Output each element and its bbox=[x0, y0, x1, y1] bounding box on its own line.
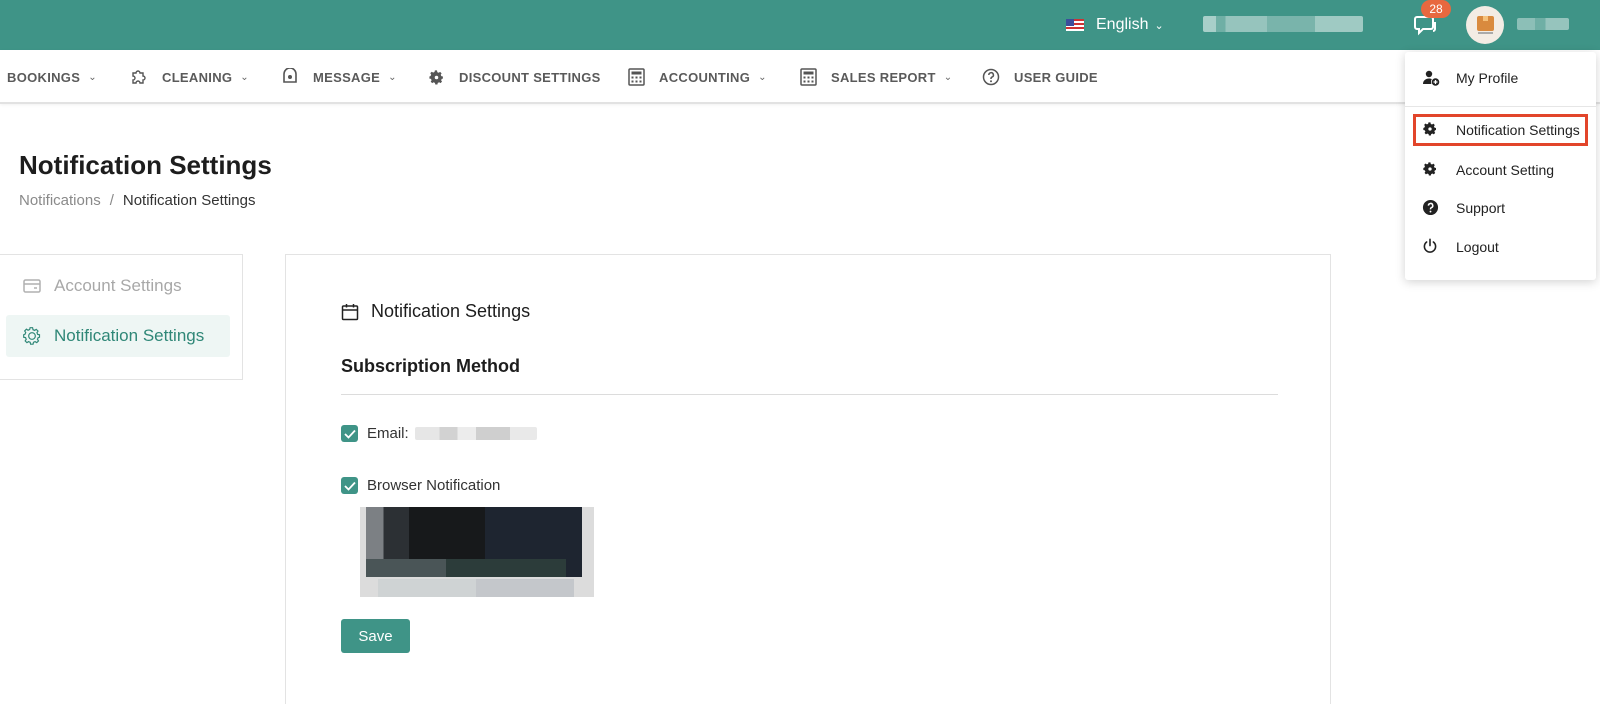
language-selector[interactable]: English ⌄ bbox=[1066, 14, 1164, 36]
browser-notification-checkbox[interactable] bbox=[341, 477, 358, 494]
nav-accounting[interactable]: ACCOUNTING ⌄ bbox=[628, 67, 767, 87]
sidebar-item-label: Notification Settings bbox=[54, 326, 205, 345]
menu-item-support[interactable]: Support bbox=[1405, 192, 1596, 224]
divider bbox=[1405, 106, 1596, 107]
sidebar-item-label: Account Settings bbox=[54, 276, 182, 295]
divider bbox=[341, 394, 1278, 395]
menu-item-label: Account Setting bbox=[1456, 162, 1555, 178]
chevron-down-icon: ⌄ bbox=[388, 71, 397, 83]
breadcrumb-separator: / bbox=[109, 192, 114, 209]
nav-label: CLEANING bbox=[162, 69, 233, 85]
gear-icon bbox=[1422, 161, 1440, 179]
save-button[interactable]: Save bbox=[341, 619, 410, 653]
nav-label: MESSAGE bbox=[313, 69, 381, 85]
chevron-down-icon: ⌄ bbox=[88, 71, 97, 83]
gear-icon bbox=[428, 69, 445, 86]
nav-discount-settings[interactable]: DISCOUNT SETTINGS bbox=[428, 67, 601, 87]
puzzle-icon bbox=[130, 68, 148, 86]
browser-notification-option: Browser Notification bbox=[341, 477, 500, 494]
nav-label: SALES REPORT bbox=[831, 69, 936, 85]
redacted-account-info bbox=[1203, 16, 1363, 32]
box-character-icon bbox=[1477, 16, 1494, 31]
chevron-down-icon: ⌄ bbox=[758, 71, 767, 83]
page-title: Notification Settings bbox=[19, 150, 272, 180]
us-flag-icon bbox=[1066, 19, 1084, 31]
power-icon bbox=[1422, 238, 1440, 256]
browser-notification-label: Browser Notification bbox=[367, 477, 501, 494]
menu-item-label: Logout bbox=[1456, 239, 1499, 255]
nav-user-guide[interactable]: USER GUIDE bbox=[982, 67, 1098, 87]
chevron-down-icon: ⌄ bbox=[1154, 19, 1164, 32]
gear-icon bbox=[22, 326, 42, 346]
card-heading: Notification Settings bbox=[341, 301, 530, 322]
settings-card: Notification Settings Subscription Metho… bbox=[285, 254, 1331, 704]
card-heading-label: Notification Settings bbox=[371, 301, 531, 321]
settings-sidebar: Account Settings Notification Settings bbox=[0, 254, 243, 380]
nav-label: DISCOUNT SETTINGS bbox=[459, 69, 601, 85]
nav-cleaning[interactable]: CLEANING ⌄ bbox=[130, 67, 249, 87]
message-icon bbox=[281, 68, 299, 86]
nav-message[interactable]: MESSAGE ⌄ bbox=[281, 67, 397, 87]
menu-item-logout[interactable]: Logout bbox=[1405, 231, 1596, 263]
avatar[interactable] bbox=[1466, 6, 1504, 44]
redacted-username[interactable] bbox=[1517, 18, 1569, 30]
email-option: Email: bbox=[341, 425, 537, 442]
help-icon bbox=[982, 68, 1000, 86]
sidebar-item-account-settings[interactable]: Account Settings bbox=[6, 265, 230, 307]
breadcrumb-current: Notification Settings bbox=[122, 192, 256, 209]
nav-label: USER GUIDE bbox=[1014, 69, 1098, 85]
email-label: Email: bbox=[367, 425, 409, 442]
calendar-icon bbox=[341, 303, 359, 321]
notification-count-badge: 28 bbox=[1421, 0, 1451, 18]
nav-label: ACCOUNTING bbox=[659, 69, 751, 85]
nav-label: BOOKINGS bbox=[7, 69, 81, 85]
wallet-icon bbox=[22, 276, 42, 296]
question-circle-icon bbox=[1422, 199, 1440, 217]
menu-item-label: My Profile bbox=[1456, 70, 1519, 86]
add-user-icon bbox=[1422, 69, 1440, 87]
chevron-down-icon: ⌄ bbox=[240, 71, 249, 83]
menu-item-label: Support bbox=[1456, 200, 1506, 216]
subscription-method-title: Subscription Method bbox=[341, 356, 520, 376]
calculator-icon bbox=[628, 68, 645, 86]
menu-item-account-setting[interactable]: Account Setting bbox=[1405, 154, 1596, 186]
nav-bookings[interactable]: BOOKINGS ⌄ bbox=[7, 67, 97, 87]
breadcrumb: Notifications / Notification Settings bbox=[19, 192, 255, 209]
redacted-email-address bbox=[414, 427, 537, 440]
email-checkbox[interactable] bbox=[341, 425, 358, 442]
user-dropdown-menu: My Profile Notification Settings Account… bbox=[1405, 52, 1596, 280]
redacted-browser-preview-image bbox=[360, 507, 594, 597]
menu-item-label: Notification Settings bbox=[1456, 122, 1580, 138]
main-nav: BOOKINGS ⌄ CLEANING ⌄ MESSAGE ⌄ DISCOUNT… bbox=[0, 50, 1600, 104]
nav-sales-report[interactable]: SALES REPORT ⌄ bbox=[800, 67, 952, 87]
sidebar-item-notification-settings[interactable]: Notification Settings bbox=[6, 315, 230, 357]
gear-icon bbox=[1422, 121, 1440, 139]
top-bar: English ⌄ 28 bbox=[0, 0, 1600, 50]
chevron-down-icon: ⌄ bbox=[943, 71, 953, 83]
menu-item-my-profile[interactable]: My Profile bbox=[1405, 62, 1596, 94]
calculator-icon bbox=[800, 68, 817, 86]
menu-item-notification-settings[interactable]: Notification Settings bbox=[1413, 114, 1588, 146]
breadcrumb-notifications[interactable]: Notifications bbox=[19, 192, 101, 209]
language-label: English bbox=[1096, 16, 1149, 33]
